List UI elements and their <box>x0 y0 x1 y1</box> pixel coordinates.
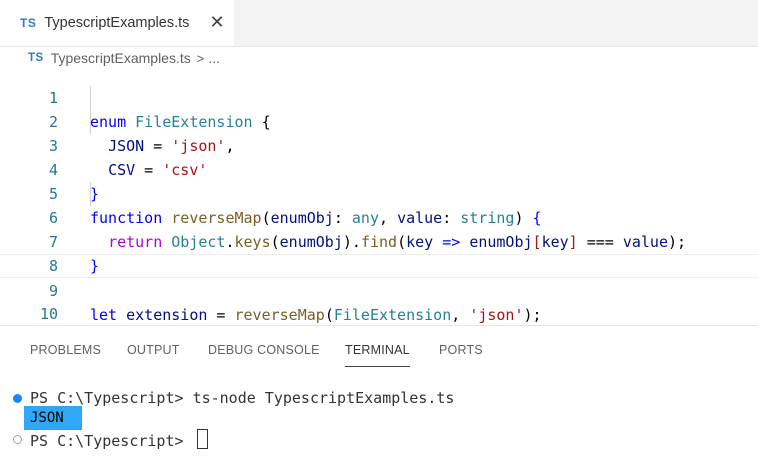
terminal-cursor <box>196 429 208 449</box>
terminal-command-line: PS C:\Typescript> ts-node TypescriptExam… <box>30 388 454 408</box>
code-line: 6 return Object.keys(enumObj).find(key =… <box>0 182 758 251</box>
tab-label: TypescriptExamples.ts <box>44 15 190 31</box>
tab-problems[interactable]: PROBLEMS <box>30 343 101 357</box>
terminal-output: JSON <box>30 410 64 426</box>
tab-typescript-examples[interactable]: TS TypescriptExamples.ts ✕ <box>0 0 234 46</box>
close-icon[interactable]: ✕ <box>208 13 226 31</box>
bottom-panel: PROBLEMS OUTPUT DEBUG CONSOLE TERMINAL P… <box>0 325 758 465</box>
code-line-current: 9 let extension = reverseMap(FileExtensi… <box>0 254 758 324</box>
code-line: 5 function reverseMap(enumObj: any, valu… <box>0 158 758 227</box>
command-pending-dot-icon[interactable] <box>13 435 22 444</box>
terminal-prompt-line[interactable]: PS C:\Typescript> <box>30 429 208 451</box>
tab-ports[interactable]: PORTS <box>439 343 483 357</box>
code-line: 8 <box>0 230 758 275</box>
code-line: 10 console.log(extension); <box>0 278 758 323</box>
tab-terminal[interactable]: TERMINAL <box>345 343 410 367</box>
code-line: 7 } <box>0 206 758 275</box>
tab-output[interactable]: OUTPUT <box>127 343 180 357</box>
panel-tabs: PROBLEMS OUTPUT DEBUG CONSOLE TERMINAL P… <box>0 326 758 374</box>
code-editor[interactable]: 1 enum FileExtension { 2 JSON = 'json', … <box>0 62 758 324</box>
code-text: let extension = reverseMap(FileExtension… <box>90 306 542 324</box>
typescript-file-icon: TS <box>20 16 37 30</box>
tab-debug-console[interactable]: DEBUG CONSOLE <box>208 343 320 357</box>
command-success-dot-icon[interactable] <box>13 394 22 403</box>
editor-tab-bar: TS TypescriptExamples.ts ✕ <box>0 0 758 47</box>
code-line: 3 CSV = 'csv' <box>0 110 758 179</box>
code-line: 2 JSON = 'json', <box>0 86 758 155</box>
terminal-prompt: PS C:\Typescript> <box>30 389 193 407</box>
code-line: 1 enum FileExtension { <box>0 62 758 131</box>
terminal-command: ts-node TypescriptExamples.ts <box>192 389 455 407</box>
terminal-prompt: PS C:\Typescript> <box>30 432 193 450</box>
line-number: 10 <box>39 305 58 323</box>
code-line: 4 } <box>0 134 758 203</box>
